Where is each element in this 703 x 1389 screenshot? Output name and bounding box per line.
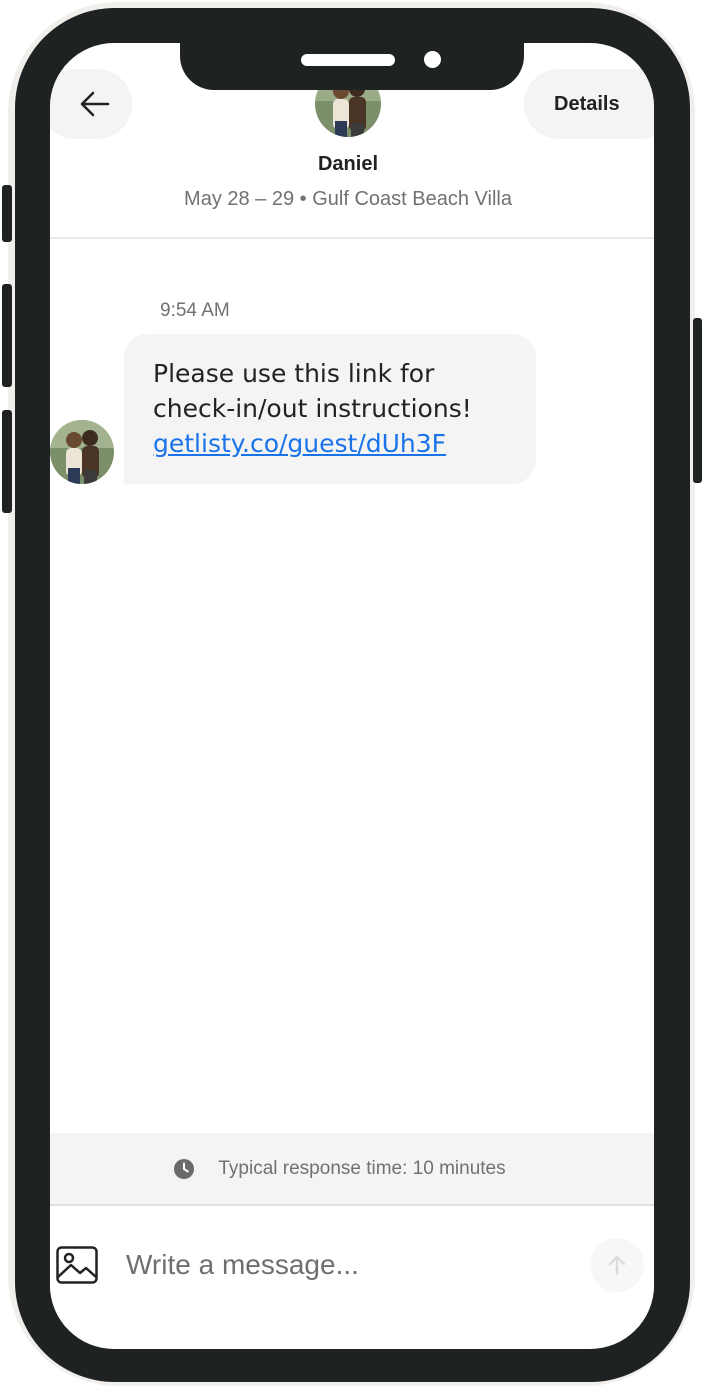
host-name: Daniel (317, 153, 379, 175)
phone-screen: Details Daniel May 28 – 29 • Gulf Coast … (50, 43, 654, 1349)
message-input[interactable] (126, 1243, 576, 1287)
image-icon[interactable] (56, 1246, 98, 1284)
volume-down-button (2, 410, 12, 513)
volume-up-button (2, 284, 12, 387)
send-button[interactable] (590, 1238, 644, 1292)
back-button[interactable] (50, 69, 132, 139)
message-bubble: Please use this link for check-in/out in… (124, 334, 536, 484)
message-composer (50, 1208, 654, 1328)
message-link[interactable]: getlisty.co/guest/dUh3F (153, 429, 446, 458)
front-camera (424, 51, 441, 68)
details-button[interactable]: Details (524, 69, 654, 139)
message-line: check-in/out instructions! (153, 394, 472, 423)
message-timestamp: 9:54 AM (160, 300, 230, 321)
sender-photo (50, 420, 114, 484)
sender-avatar[interactable] (50, 420, 114, 484)
arrow-left-icon (80, 91, 110, 117)
mute-switch (2, 185, 12, 242)
response-time-text: Typical response time: 10 minutes (218, 1157, 506, 1179)
speaker-grille (301, 54, 395, 66)
header-divider (50, 237, 654, 239)
message-line: Please use this link for (153, 359, 435, 388)
trip-info: May 28 – 29 • Gulf Coast Beach Villa (184, 188, 512, 210)
clock-icon (174, 1158, 195, 1179)
response-time-bar: Typical response time: 10 minutes (50, 1133, 654, 1206)
phone-notch (180, 43, 524, 90)
power-button (693, 318, 702, 483)
arrow-up-icon (608, 1255, 626, 1276)
